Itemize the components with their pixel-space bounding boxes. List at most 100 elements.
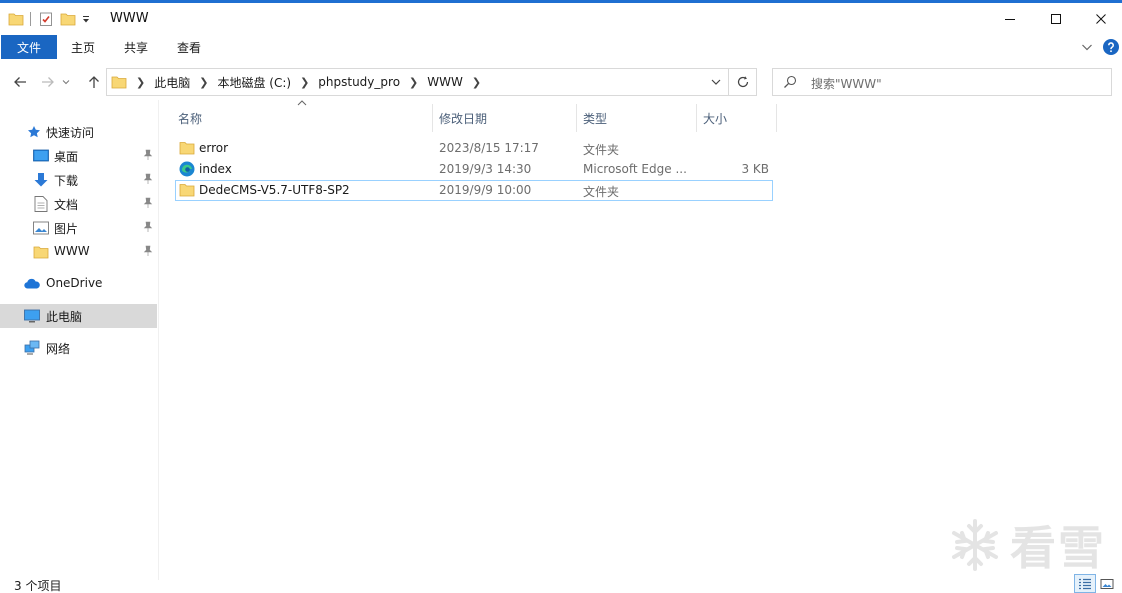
tab-file[interactable]: 文件 [1, 35, 57, 59]
chevron-right-icon[interactable]: ❯ [472, 76, 481, 89]
chevron-right-icon[interactable]: ❯ [136, 76, 145, 89]
arrow-up-icon [89, 76, 99, 88]
help-button[interactable] [1100, 39, 1122, 55]
arrow-left-icon [14, 77, 26, 87]
arrow-right-icon [42, 77, 54, 87]
maximize-button[interactable] [1033, 3, 1079, 34]
search-icon [784, 75, 797, 88]
desktop-icon [33, 148, 49, 164]
pin-icon [143, 149, 153, 160]
breadcrumb-this-pc[interactable]: 此电脑 [154, 74, 190, 91]
sidebar-item-desktop[interactable]: 桌面 [0, 144, 157, 168]
column-separator[interactable] [776, 104, 777, 132]
document-icon [33, 196, 49, 212]
file-date: 2019/9/3 14:30 [439, 162, 532, 176]
sidebar-item-onedrive[interactable]: OneDrive [0, 272, 157, 296]
column-separator[interactable] [696, 104, 697, 132]
sidebar-item-documents[interactable]: 文档 [0, 192, 157, 216]
edge-icon [179, 161, 195, 177]
column-header-name[interactable]: 名称 [178, 104, 432, 132]
snowflake-icon [952, 519, 998, 571]
sidebar-item-downloads[interactable]: 下载 [0, 168, 157, 192]
chevron-right-icon[interactable]: ❯ [409, 76, 418, 89]
file-row-dedecms[interactable]: DedeCMS-V5.7-UTF8-SP2 2019/9/9 10:00 文件夹 [175, 180, 773, 201]
chevron-down-icon [62, 80, 70, 85]
sidebar-item-this-pc[interactable]: 此电脑 [0, 304, 157, 328]
sidebar-item-label: WWW [54, 244, 90, 258]
minimize-button[interactable] [987, 3, 1033, 34]
large-icons-view-button[interactable] [1096, 574, 1118, 593]
pin-icon [143, 221, 153, 232]
breadcrumb-www[interactable]: WWW [427, 75, 463, 89]
sidebar-item-label: 网络 [46, 342, 71, 356]
pin-icon [143, 173, 153, 184]
sidebar-item-label: 下载 [54, 174, 79, 188]
file-type: 文件夹 [583, 143, 620, 157]
address-history-dropdown[interactable] [705, 69, 727, 95]
search-box[interactable]: 搜索"WWW" [772, 68, 1112, 96]
file-name: DedeCMS-V5.7-UTF8-SP2 [199, 183, 350, 197]
pin-icon [143, 197, 153, 208]
pin-icon [143, 245, 153, 256]
folder-icon [179, 184, 195, 197]
folder-icon [179, 142, 195, 155]
sidebar-item-label: 桌面 [54, 150, 79, 164]
tab-home[interactable]: 主页 [71, 35, 95, 59]
sidebar-item-quick-access[interactable]: 快速访问 [0, 120, 157, 144]
file-type: Microsoft Edge ... [583, 162, 687, 176]
file-date: 2019/9/9 10:00 [439, 183, 532, 197]
forward-button[interactable] [38, 72, 58, 92]
help-icon [1103, 39, 1119, 55]
pane-divider[interactable] [158, 100, 159, 580]
chevron-right-icon[interactable]: ❯ [199, 76, 208, 89]
qat-separator [30, 11, 31, 26]
back-button[interactable] [10, 72, 30, 92]
details-view-icon [1079, 578, 1091, 589]
breadcrumb-local-disk[interactable]: 本地磁盘 (C:) [217, 74, 291, 91]
column-separator[interactable] [432, 104, 433, 132]
file-row-index[interactable]: index 2019/9/3 14:30 Microsoft Edge ... … [175, 159, 773, 180]
sidebar-item-label: 图片 [54, 222, 79, 236]
file-row-error[interactable]: error 2023/8/15 17:17 文件夹 [175, 138, 773, 159]
column-header-date[interactable]: 修改日期 [439, 104, 575, 132]
column-header-type[interactable]: 类型 [583, 104, 695, 132]
properties-icon[interactable] [35, 3, 57, 34]
cloud-icon [24, 276, 40, 292]
sidebar-item-network[interactable]: 网络 [0, 336, 157, 360]
customize-qat-dropdown-icon[interactable] [79, 3, 93, 34]
new-folder-icon[interactable] [57, 3, 79, 34]
column-header-size[interactable]: 大小 [703, 104, 775, 132]
tab-view[interactable]: 查看 [177, 35, 201, 59]
sidebar-item-label: 此电脑 [46, 310, 83, 324]
sidebar-item-label: 快速访问 [46, 126, 95, 140]
ribbon-right-controls [1074, 38, 1122, 56]
folder-icon[interactable] [0, 3, 32, 34]
search-input[interactable]: 搜索"WWW" [811, 75, 882, 92]
address-bar[interactable]: ❯ 此电脑 ❯ 本地磁盘 (C:) ❯ phpstudy_pro ❯ WWW ❯ [106, 68, 729, 96]
watermark: 看雪 [948, 512, 1106, 578]
file-type: 文件夹 [583, 185, 620, 199]
folder-icon [111, 76, 127, 89]
navigation-pane: 快速访问 桌面 下载 文档 图片 WWW OneDrive 此电脑 网络 [0, 112, 158, 572]
navigation-bar: ❯ 此电脑 ❯ 本地磁盘 (C:) ❯ phpstudy_pro ❯ WWW ❯… [0, 66, 1122, 98]
file-size: 3 KB [741, 162, 769, 176]
folder-icon [33, 244, 49, 260]
close-button[interactable] [1078, 3, 1122, 34]
tab-share[interactable]: 共享 [124, 35, 148, 59]
network-icon [24, 340, 40, 356]
star-icon [26, 124, 42, 140]
column-separator[interactable] [576, 104, 577, 132]
sidebar-item-pictures[interactable]: 图片 [0, 216, 157, 240]
expand-ribbon-button[interactable] [1074, 42, 1100, 52]
sidebar-item-www[interactable]: WWW [0, 240, 157, 264]
chevron-right-icon[interactable]: ❯ [300, 76, 309, 89]
title-bar: WWW [0, 3, 1122, 34]
refresh-button[interactable] [729, 68, 757, 96]
file-name: index [199, 162, 232, 176]
recent-locations-button[interactable] [60, 72, 72, 92]
ribbon-tabs: 文件 主页 共享 查看 [0, 34, 1122, 61]
file-name: error [199, 141, 229, 155]
details-view-button[interactable] [1074, 574, 1096, 593]
breadcrumb-phpstudy-pro[interactable]: phpstudy_pro [318, 75, 400, 89]
up-button[interactable] [84, 72, 104, 92]
